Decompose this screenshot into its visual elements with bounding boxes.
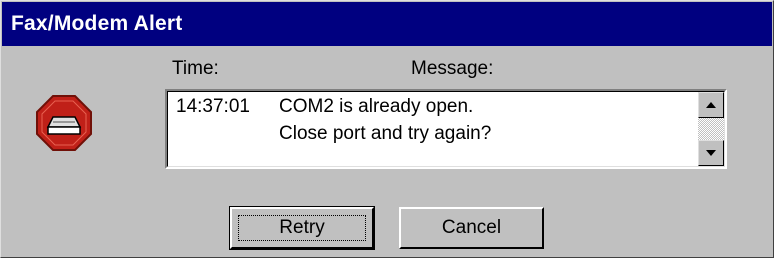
scroll-up-button[interactable] — [698, 92, 724, 118]
message-list[interactable]: 14:37:01 COM2 is already open. Close por… — [165, 89, 727, 169]
alert-dialog: Fax/Modem Alert Time: Message: 14:37:01 … — [0, 0, 774, 258]
vertical-scrollbar[interactable] — [698, 92, 724, 166]
window-title: Fax/Modem Alert — [11, 12, 183, 35]
title-bar[interactable]: Fax/Modem Alert — [2, 2, 772, 46]
stop-modem-icon — [36, 95, 92, 151]
time-label: Time: — [172, 58, 219, 79]
message-time: 14:37:01 — [176, 96, 250, 117]
scroll-down-arrow-icon — [706, 150, 716, 156]
message-line-1: COM2 is already open. — [279, 96, 474, 117]
scroll-up-arrow-icon — [706, 102, 716, 108]
focus-rectangle — [238, 215, 366, 241]
message-line-2: Close port and try again? — [279, 123, 492, 144]
message-label: Message: — [411, 58, 494, 79]
retry-button[interactable]: Retry — [229, 206, 375, 250]
scroll-down-button[interactable] — [698, 140, 724, 166]
cancel-button[interactable]: Cancel — [399, 207, 544, 249]
cancel-button-label: Cancel — [441, 217, 502, 238]
